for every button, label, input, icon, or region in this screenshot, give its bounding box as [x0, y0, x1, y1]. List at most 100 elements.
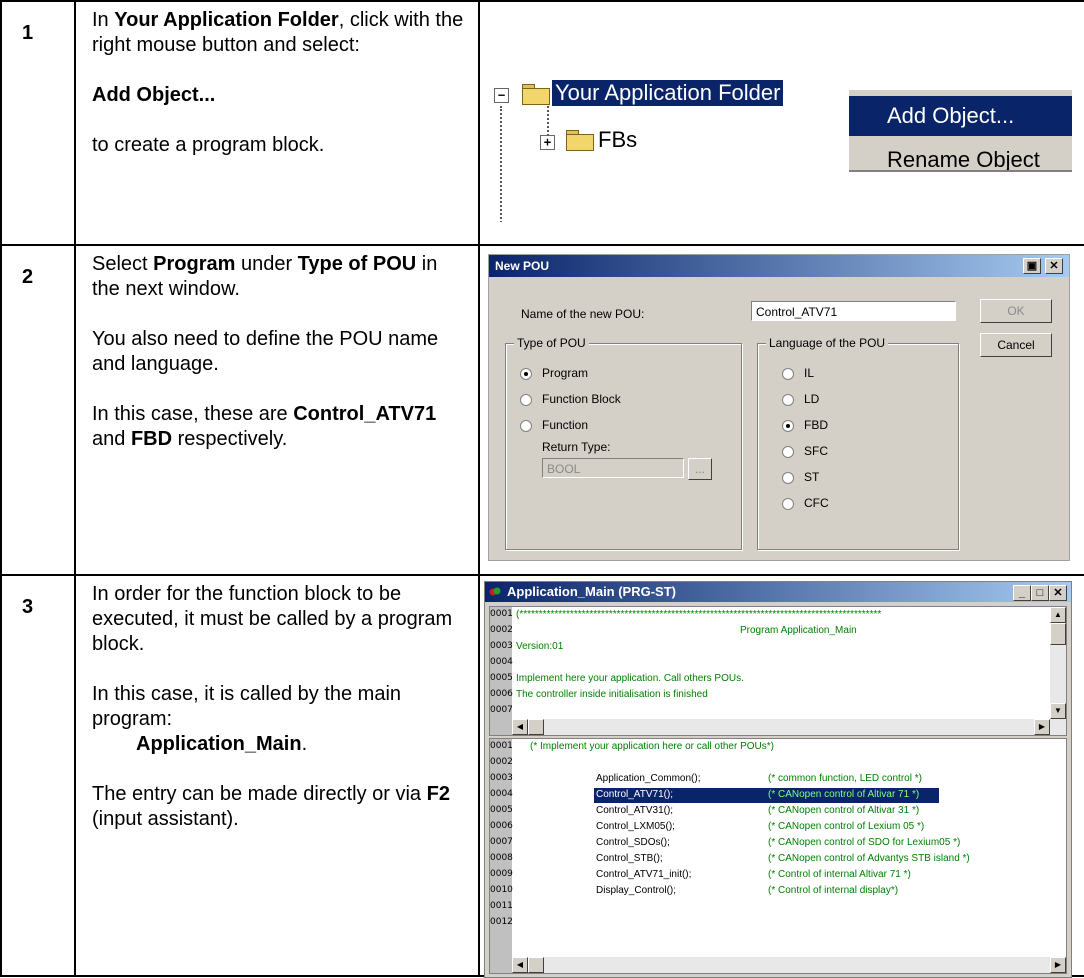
- radio-function-block[interactable]: Function Block: [520, 392, 621, 406]
- collapse-icon[interactable]: −: [494, 88, 509, 103]
- radio-program[interactable]: Program: [520, 366, 588, 380]
- radio-sfc[interactable]: SFC: [782, 444, 828, 458]
- horizontal-scrollbar[interactable]: ◀ ▶: [512, 957, 1066, 973]
- close-icon[interactable]: ✕: [1049, 585, 1067, 601]
- code-line: The controller inside initialisation is …: [516, 689, 708, 700]
- code-line: Implement here your application. Call ot…: [516, 673, 744, 684]
- text-paragraph: In order for the function block to be ex…: [92, 583, 453, 655]
- maximize-icon[interactable]: □: [1031, 585, 1049, 601]
- radio-function[interactable]: Function: [520, 418, 588, 432]
- code-comment: (* CANopen control of SDO for Lexium05 *…: [768, 837, 961, 848]
- scroll-thumb[interactable]: [528, 957, 544, 973]
- radio-icon: [782, 445, 794, 458]
- code-comment: (* Control of internal Altivar 71 *): [768, 869, 911, 880]
- radio-icon: [782, 471, 794, 484]
- scroll-thumb[interactable]: [528, 719, 544, 735]
- scroll-down-icon[interactable]: ▼: [1050, 703, 1066, 719]
- radio-icon: [520, 393, 532, 406]
- folder-icon: [566, 130, 594, 151]
- line-number: 0012: [490, 917, 513, 927]
- text-bold: Your Application Folder: [114, 9, 339, 31]
- radio-icon: [782, 497, 794, 510]
- code-line: Version:01: [516, 641, 564, 652]
- step-row-1: 1 In Your Application Folder, click with…: [0, 0, 1084, 246]
- text-bold: Application_Main: [136, 733, 302, 755]
- code-call: Control_ATV31();: [596, 805, 674, 816]
- line-number: 0004: [490, 789, 513, 799]
- line-number: 0008: [490, 853, 513, 863]
- minimize-icon[interactable]: _: [1013, 585, 1031, 601]
- radio-selected-icon: [520, 367, 532, 380]
- line-number: 0010: [490, 885, 513, 895]
- tree-node-your-application-folder[interactable]: Your Application Folder: [552, 80, 784, 106]
- pou-name-input[interactable]: Control_ATV71: [751, 301, 956, 321]
- scroll-left-icon[interactable]: ◀: [512, 957, 528, 973]
- help-icon[interactable]: ▣: [1023, 258, 1041, 274]
- step-row-2: 2 Select Program under Type of POU in th…: [0, 244, 1084, 576]
- dialog-title: New POU: [489, 255, 1069, 277]
- code-call: Display_Control();: [596, 885, 677, 896]
- line-number-gutter: 0001 0002 0003 0004 0005 0006 0007: [490, 607, 513, 735]
- code-comment: (* Control of internal display*): [768, 885, 899, 896]
- text-fragment: The entry can be made directly or via: [92, 783, 427, 805]
- text-paragraph: to create a program block.: [92, 134, 325, 156]
- line-number: 0002: [490, 757, 513, 767]
- radio-fbd[interactable]: FBD: [782, 418, 828, 432]
- line-number: 0001: [490, 741, 513, 751]
- type-of-pou-group: Type of POU Program Function Block Funct…: [505, 336, 742, 550]
- return-type-input[interactable]: BOOL: [542, 458, 684, 478]
- horizontal-scrollbar[interactable]: ◀ ▶: [512, 719, 1050, 735]
- step-number: 2: [0, 244, 76, 576]
- scroll-right-icon[interactable]: ▶: [1050, 957, 1066, 973]
- code-comment: (* CANopen control of Altivar 31 *): [768, 805, 920, 816]
- text-fragment: In: [92, 9, 115, 31]
- code-line: (* Implement your application here or ca…: [530, 741, 774, 752]
- scroll-thumb[interactable]: [1050, 623, 1066, 645]
- name-label: Name of the new POU:: [521, 307, 645, 321]
- text-paragraph: You also need to define the POU name and…: [92, 328, 439, 375]
- scroll-up-icon[interactable]: ▲: [1050, 607, 1066, 623]
- code-pane[interactable]: 0001 0002 0003 0004 0005 0006 0007 0008 …: [489, 738, 1067, 974]
- instruction-table: 1 In Your Application Folder, click with…: [0, 0, 1084, 978]
- radio-cfc[interactable]: CFC: [782, 496, 829, 510]
- step-number: 3: [0, 574, 76, 977]
- scroll-right-icon[interactable]: ▶: [1034, 719, 1050, 735]
- browse-button[interactable]: ...: [688, 458, 712, 480]
- step-number: 1: [0, 0, 76, 246]
- code-line: Program Application_Main: [740, 625, 857, 636]
- radio-icon: [782, 393, 794, 406]
- step-text: In Your Application Folder, click with t…: [74, 0, 480, 246]
- app-icon: [489, 587, 501, 596]
- code-comment: (* CANopen control of Advantys STB islan…: [768, 853, 970, 864]
- close-icon[interactable]: ✕: [1045, 258, 1063, 274]
- code-call: Control_LXM05();: [596, 821, 675, 832]
- editor-window: Application_Main (PRG-ST) _ □ ✕ 0001 000…: [484, 581, 1072, 978]
- radio-il[interactable]: IL: [782, 366, 814, 380]
- menu-item-add-object[interactable]: Add Object...: [849, 96, 1072, 136]
- context-menu: Add Object... Rename Object: [847, 88, 1072, 170]
- project-tree: − Your Application Folder + FBs Add Obje…: [492, 72, 1072, 222]
- cancel-button[interactable]: Cancel: [980, 333, 1052, 357]
- expand-icon[interactable]: +: [540, 135, 555, 150]
- declaration-pane[interactable]: 0001 0002 0003 0004 0005 0006 0007 (****…: [489, 606, 1067, 736]
- text-fragment: under: [235, 253, 298, 275]
- scroll-left-icon[interactable]: ◀: [512, 719, 528, 735]
- step-text: Select Program under Type of POU in the …: [74, 244, 480, 576]
- radio-st[interactable]: ST: [782, 470, 819, 484]
- return-type-label: Return Type:: [542, 440, 611, 454]
- code-call-selected[interactable]: Control_ATV71();: [596, 789, 673, 800]
- text-fragment: In this case, these are: [92, 403, 294, 425]
- radio-ld[interactable]: LD: [782, 392, 819, 406]
- code-call: Application_Common();: [596, 773, 701, 784]
- text-bold: Type of POU: [297, 253, 417, 275]
- menu-item-rename-object[interactable]: Rename Object: [849, 140, 1072, 170]
- code-call: Control_ATV71_init();: [596, 869, 692, 880]
- vertical-scrollbar[interactable]: ▲ ▼: [1050, 607, 1066, 735]
- line-number: 0005: [490, 805, 513, 815]
- text-bold: FBD: [130, 428, 173, 450]
- ok-button[interactable]: OK: [980, 299, 1052, 323]
- line-number: 0001: [490, 609, 513, 619]
- tree-node-fbs[interactable]: FBs: [598, 127, 637, 153]
- step-text: In order for the function block to be ex…: [74, 574, 480, 977]
- text-bold: Control_ATV71: [293, 403, 437, 425]
